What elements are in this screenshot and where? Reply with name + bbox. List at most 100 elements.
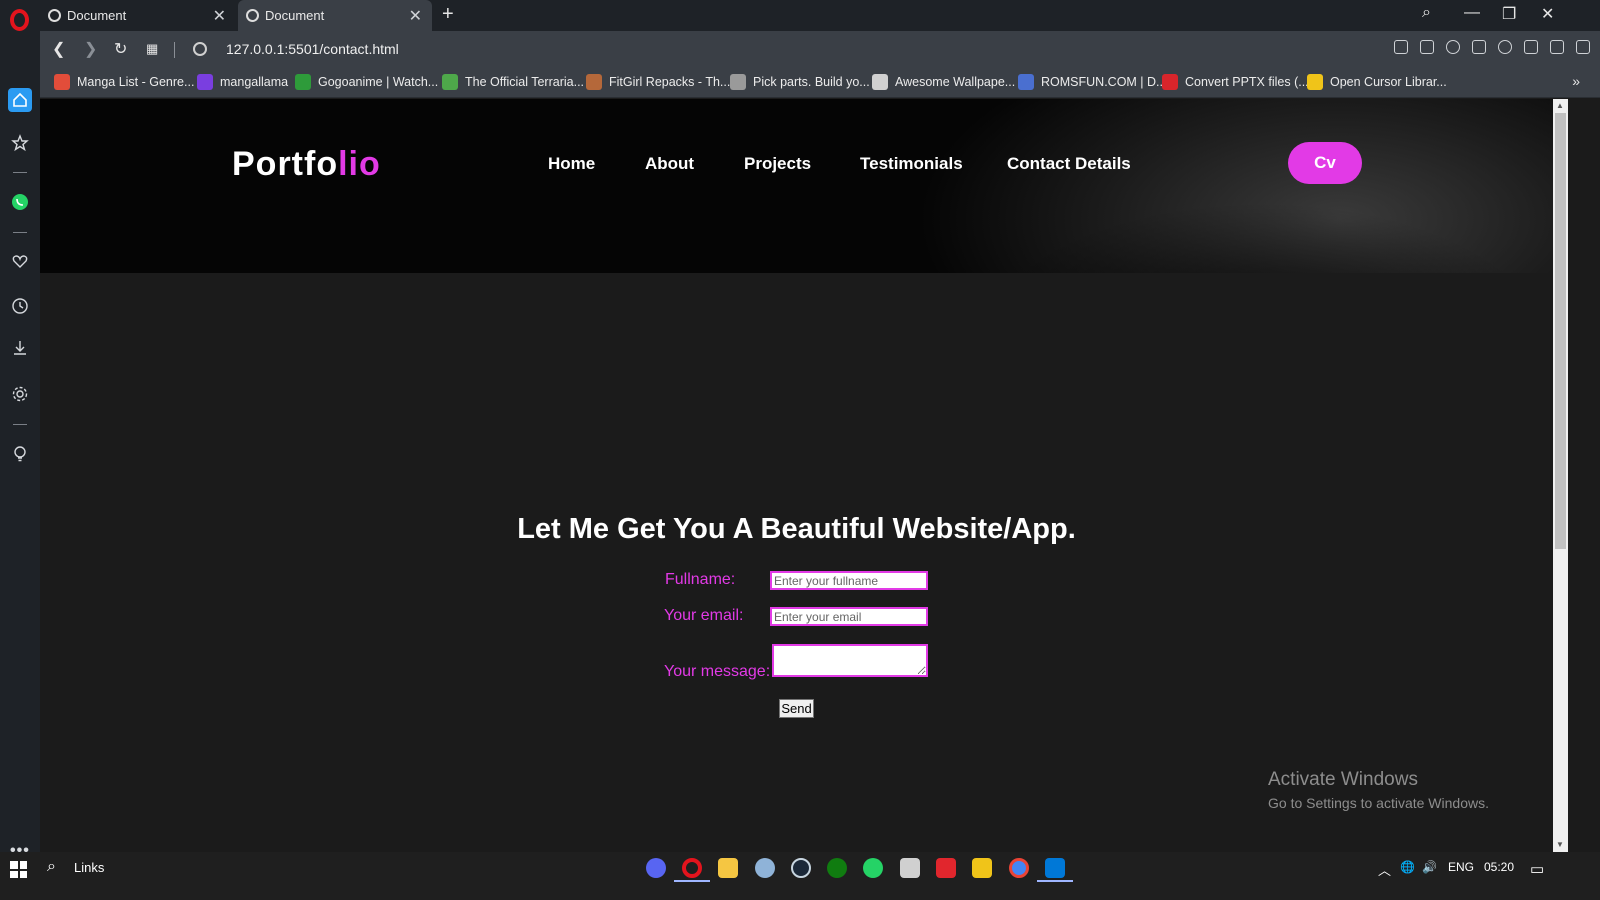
bookmark-item[interactable]: ROMSFUN.COM | D... — [1018, 74, 1166, 90]
bookmark-favicon-icon — [1162, 74, 1178, 90]
address-bar: ❮ ❯ ↻ ▦ 127.0.0.1:5501/contact.html — [40, 31, 1600, 68]
message-textarea[interactable] — [772, 644, 928, 677]
hero-header: Portfolio Home About Projects Testimonia… — [40, 99, 1553, 273]
bookmark-item[interactable]: Gogoanime | Watch... — [295, 74, 438, 90]
nav-link-about[interactable]: About — [645, 154, 694, 174]
home-icon[interactable] — [8, 88, 32, 112]
browser-sidebar: ••• — [0, 0, 40, 870]
tab-title: Document — [67, 8, 127, 23]
back-icon[interactable]: ❮ — [52, 39, 65, 59]
show-hidden-icons-chevron-icon[interactable]: ︿ — [1378, 860, 1391, 879]
bookmark-item[interactable]: mangallama — [197, 74, 288, 90]
downloads-icon[interactable] — [8, 336, 32, 360]
scroll-down-arrow-icon[interactable]: ▼ — [1556, 840, 1564, 849]
send-button[interactable]: Send — [779, 699, 814, 718]
bookmark-item[interactable]: The Official Terraria... — [442, 74, 584, 90]
steam-icon[interactable] — [791, 858, 811, 878]
reload-icon[interactable]: ↻ — [114, 39, 127, 59]
bookmark-item[interactable]: Pick parts. Build yo... — [730, 74, 870, 90]
bookmark-item[interactable]: FitGirl Repacks - Th... — [586, 74, 730, 90]
nav-link-contact-details[interactable]: Contact Details — [1007, 154, 1131, 174]
easy-setup-menu-icon[interactable] — [1576, 40, 1590, 54]
heart-icon[interactable] — [8, 249, 32, 273]
settings-gear-icon[interactable] — [8, 382, 32, 406]
opera-logo-icon[interactable] — [10, 9, 29, 31]
email-input[interactable] — [770, 607, 928, 626]
bookmark-item[interactable]: Awesome Wallpape... — [872, 74, 1015, 90]
bookmark-item[interactable]: Convert PPTX files (... — [1162, 74, 1309, 90]
url-field[interactable]: 127.0.0.1:5501/contact.html — [226, 41, 399, 57]
bookmark-item[interactable]: Open Cursor Librar... — [1307, 74, 1447, 90]
nav-link-projects[interactable]: Projects — [744, 154, 811, 174]
xbox-icon[interactable] — [827, 858, 847, 878]
language-indicator[interactable]: ENG — [1448, 860, 1474, 874]
taskbar-links-toolbar[interactable]: Links — [74, 860, 104, 875]
bookmarks-bar: Manga List - Genre... mangallama Gogoani… — [40, 68, 1600, 98]
tab-document-2[interactable]: Document ✕ — [238, 0, 432, 31]
close-window-icon[interactable]: ✕ — [1541, 4, 1554, 24]
web-page: Portfolio Home About Projects Testimonia… — [40, 99, 1553, 852]
store-icon[interactable] — [972, 858, 992, 878]
tab-grid-icon[interactable]: ▦ — [146, 41, 158, 57]
snapshot-camera-icon[interactable] — [1420, 40, 1434, 54]
bookmark-favicon-icon — [872, 74, 888, 90]
flash-app-icon[interactable] — [936, 858, 956, 878]
notifications-icon[interactable]: ▭ — [1530, 860, 1544, 878]
minimize-icon[interactable]: — — [1464, 4, 1480, 22]
close-tab-icon[interactable]: ✕ — [213, 6, 226, 26]
bookmark-favicon-icon — [1018, 74, 1034, 90]
lightbulb-icon[interactable] — [8, 442, 32, 466]
share-icon[interactable] — [1394, 40, 1408, 54]
search-icon[interactable]: ⌕ — [1422, 4, 1431, 22]
discord-icon[interactable] — [646, 858, 666, 878]
chrome-icon[interactable] — [1009, 858, 1029, 878]
download-icon[interactable] — [1550, 40, 1564, 54]
star-icon[interactable] — [8, 131, 32, 155]
opera-icon[interactable] — [682, 858, 702, 878]
sidebar-separator — [13, 232, 27, 233]
block-ads-icon[interactable] — [1446, 40, 1460, 54]
bookmark-label: The Official Terraria... — [465, 75, 585, 89]
site-logo[interactable]: Portfolio — [232, 145, 381, 184]
bookmark-favicon-icon — [197, 74, 213, 90]
new-tab-plus-icon[interactable]: + — [442, 3, 454, 26]
more-bookmarks-chevron-icon[interactable]: » — [1572, 73, 1580, 89]
app-icon[interactable] — [900, 858, 920, 878]
scroll-up-arrow-icon[interactable]: ▲ — [1556, 101, 1564, 110]
watermark-subtitle: Go to Settings to activate Windows. — [1268, 795, 1489, 811]
bookmark-label: Awesome Wallpape... — [895, 75, 1016, 89]
bookmark-item[interactable]: Manga List - Genre... — [54, 74, 194, 90]
clock[interactable]: 05:20 — [1484, 860, 1514, 874]
extensions-cube-icon[interactable] — [1524, 40, 1538, 54]
history-icon[interactable] — [8, 294, 32, 318]
fullname-input[interactable] — [770, 571, 928, 590]
close-tab-icon[interactable]: ✕ — [409, 6, 422, 26]
bookmark-favicon-icon — [730, 74, 746, 90]
taskbar-search-icon[interactable]: ⌕ — [47, 858, 56, 876]
send-icon[interactable] — [1472, 40, 1486, 54]
network-globe-icon[interactable]: 🌐 — [1400, 860, 1415, 874]
nav-link-testimonials[interactable]: Testimonials — [860, 154, 963, 174]
volume-icon[interactable]: 🔊 — [1422, 860, 1437, 874]
globe-icon — [48, 9, 61, 22]
favorite-heart-icon[interactable] — [1498, 40, 1512, 54]
nav-link-home[interactable]: Home — [548, 154, 595, 174]
logo-accent-text: lio — [338, 145, 381, 183]
bookmark-label: Manga List - Genre... — [77, 75, 195, 89]
site-info-globe-icon[interactable] — [193, 42, 207, 56]
whatsapp-taskbar-icon[interactable] — [863, 858, 883, 878]
app-icon[interactable] — [755, 858, 775, 878]
email-label: Your email: — [664, 607, 744, 624]
restore-icon[interactable]: ❐ — [1502, 4, 1516, 24]
whatsapp-icon[interactable] — [8, 190, 32, 214]
windows-start-icon[interactable] — [10, 861, 27, 878]
page-scrollbar[interactable]: ▲ ▼ — [1553, 99, 1568, 852]
tab-document-1[interactable]: Document ✕ — [40, 0, 236, 31]
scroll-thumb[interactable] — [1555, 113, 1566, 549]
cv-button[interactable]: Cv — [1288, 142, 1362, 184]
address-divider — [174, 42, 175, 58]
forward-icon[interactable]: ❯ — [84, 39, 97, 59]
vscode-icon[interactable] — [1045, 858, 1065, 878]
bookmark-favicon-icon — [442, 74, 458, 90]
file-explorer-icon[interactable] — [718, 858, 738, 878]
